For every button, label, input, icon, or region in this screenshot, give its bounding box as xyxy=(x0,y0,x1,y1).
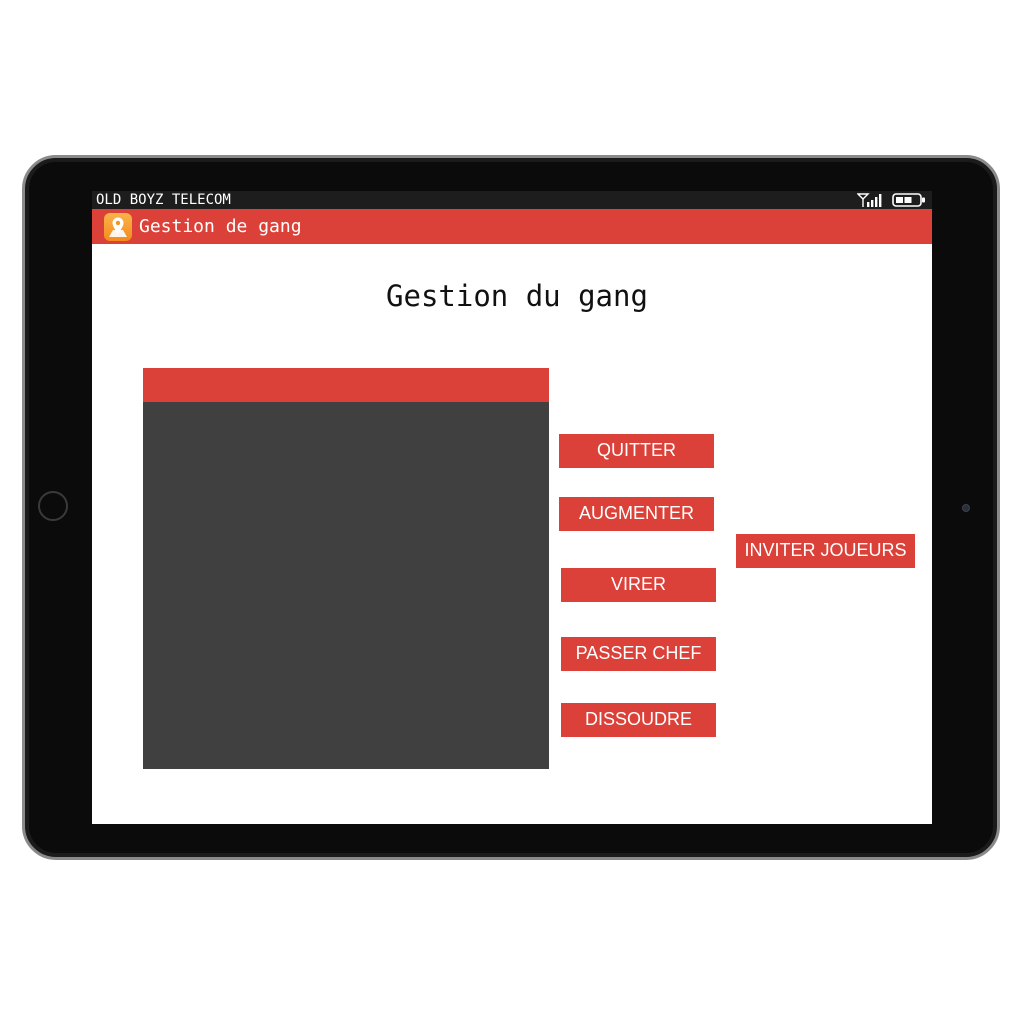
signal-bars-icon xyxy=(857,193,882,207)
member-list-header xyxy=(143,368,549,402)
battery-icon xyxy=(892,193,925,207)
app-icon xyxy=(104,213,132,241)
member-list-panel[interactable] xyxy=(143,368,549,769)
app-bar: Gestion de gang xyxy=(92,209,932,244)
transfer-leader-button[interactable]: PASSER CHEF xyxy=(561,637,716,671)
tablet-screen: OLD BOYZ TELECOM Gestion de gang Gestion… xyxy=(92,191,932,824)
dissolve-button[interactable]: DISSOUDRE xyxy=(561,703,716,737)
carrier-name: OLD BOYZ TELECOM xyxy=(96,192,231,208)
kick-button[interactable]: VIRER xyxy=(561,568,716,602)
quit-button[interactable]: QUITTER xyxy=(559,434,714,468)
home-button[interactable] xyxy=(38,491,68,521)
page-title: Gestion du gang xyxy=(386,279,648,313)
promote-button[interactable]: AUGMENTER xyxy=(559,497,714,531)
app-title: Gestion de gang xyxy=(139,216,302,237)
camera-icon xyxy=(962,504,970,512)
invite-players-button[interactable]: INVITER JOUEURS xyxy=(736,534,915,568)
map-pin-icon xyxy=(109,217,127,237)
status-bar: OLD BOYZ TELECOM xyxy=(92,191,932,209)
